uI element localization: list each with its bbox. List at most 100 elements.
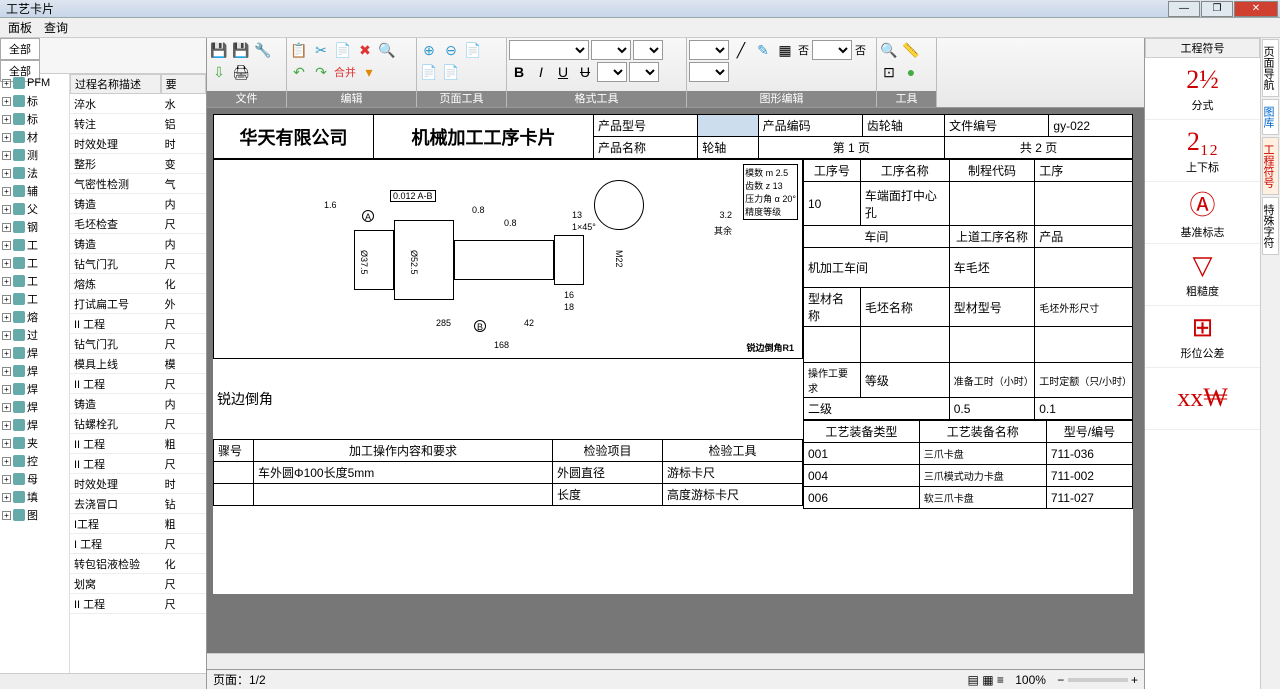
tree-item[interactable]: +焊 [0, 362, 69, 380]
proc-row-req[interactable]: 粗 [161, 514, 206, 534]
doc-hscroll[interactable] [207, 653, 1144, 669]
bold-icon[interactable]: B [509, 62, 529, 82]
symbol-item[interactable]: 2½分式 [1145, 58, 1260, 120]
zoom-icon[interactable]: 🔍 [879, 40, 899, 60]
proc-row-req[interactable]: 水 [161, 94, 206, 114]
strike-icon[interactable]: U [575, 62, 595, 82]
page3-icon[interactable]: 📄 [441, 62, 461, 82]
redo-icon[interactable]: ↷ [311, 62, 331, 82]
proc-row-req[interactable]: 外 [161, 294, 206, 314]
left-hscroll[interactable] [0, 673, 206, 689]
proc-row-req[interactable]: 时 [161, 134, 206, 154]
proc-row-req[interactable]: 变 [161, 154, 206, 174]
proc-row[interactable]: 钻螺栓孔 [70, 414, 161, 434]
tree-item[interactable]: +辅 [0, 182, 69, 200]
undo-icon[interactable]: ↶ [289, 62, 309, 82]
underline-icon[interactable]: U [553, 62, 573, 82]
proc-row[interactable]: 打试扁工号 [70, 294, 161, 314]
proc-row-req[interactable]: 尺 [161, 374, 206, 394]
merge-button[interactable]: 合并 [333, 62, 357, 82]
proc-row-req[interactable]: 气 [161, 174, 206, 194]
graphic-combo2[interactable] [812, 40, 852, 60]
minimize-button[interactable]: — [1168, 1, 1200, 17]
symbol-item[interactable]: ▽粗糙度 [1145, 244, 1260, 306]
proc-row[interactable]: 转包铝液检验 [70, 554, 161, 574]
document-canvas[interactable]: 华天有限公司 机械加工工序卡片 产品型号 产品编码 齿轮轴 文件编号 gy-02… [207, 108, 1144, 653]
vtab[interactable]: 页面导航 [1262, 39, 1279, 97]
proc-row-req[interactable]: 内 [161, 234, 206, 254]
tree-item[interactable]: +工 [0, 254, 69, 272]
proc-row-req[interactable]: 内 [161, 194, 206, 214]
vtab[interactable]: 工程符号 [1262, 137, 1279, 195]
proc-row[interactable]: II 工程 [70, 454, 161, 474]
menu-panel[interactable]: 面板 [8, 19, 32, 36]
proc-row-req[interactable]: 模 [161, 354, 206, 374]
valign-combo[interactable] [629, 62, 659, 82]
proc-row-req[interactable]: 粗 [161, 434, 206, 454]
proc-row-req[interactable]: 尺 [161, 334, 206, 354]
tree-item[interactable]: +钢 [0, 218, 69, 236]
graphic-combo3[interactable] [689, 62, 729, 82]
proc-row[interactable]: I工程 [70, 514, 161, 534]
tool3-icon[interactable]: ⊡ [879, 62, 899, 82]
proc-row-req[interactable]: 钻 [161, 494, 206, 514]
proc-row[interactable]: 划窝 [70, 574, 161, 594]
v-product-name[interactable]: 轮轴 [698, 137, 758, 159]
proc-row[interactable]: 时效处理 [70, 134, 161, 154]
tree-item[interactable]: +填 [0, 488, 69, 506]
proc-row[interactable]: 铸造 [70, 234, 161, 254]
proc-row-req[interactable]: 尺 [161, 594, 206, 614]
tree-item[interactable]: +工 [0, 236, 69, 254]
proc-header-req[interactable]: 要 [161, 74, 206, 94]
symbol-item[interactable]: xx₩ [1145, 368, 1260, 430]
tree-item[interactable]: +焊 [0, 416, 69, 434]
fill-icon[interactable]: ▦ [775, 40, 795, 60]
tree-item[interactable]: +母 [0, 470, 69, 488]
tree-item[interactable]: +焊 [0, 380, 69, 398]
proc-row-req[interactable]: 时 [161, 474, 206, 494]
tree-item[interactable]: +工 [0, 290, 69, 308]
tree-item[interactable]: +焊 [0, 398, 69, 416]
export-icon[interactable]: ⇩ [209, 62, 229, 82]
maximize-button[interactable]: ❐ [1201, 1, 1233, 17]
draw-icon[interactable]: ✎ [753, 40, 773, 60]
proc-row[interactable]: 整形 [70, 154, 161, 174]
proc-row[interactable]: I 工程 [70, 534, 161, 554]
proc-row[interactable]: 气密性检测 [70, 174, 161, 194]
cut-icon[interactable]: ✂ [311, 40, 331, 60]
vtab[interactable]: 图库 [1262, 99, 1279, 135]
proc-row-req[interactable]: 内 [161, 394, 206, 414]
view-icon-1[interactable]: ▤ [968, 673, 979, 687]
page2-icon[interactable]: 📄 [419, 62, 439, 82]
print-icon[interactable]: 🖨 [231, 62, 251, 82]
proc-row-req[interactable]: 尺 [161, 314, 206, 334]
italic-icon[interactable]: I [531, 62, 551, 82]
color-combo[interactable] [633, 40, 663, 60]
proc-row-req[interactable]: 铝 [161, 114, 206, 134]
tree-item[interactable]: +测 [0, 146, 69, 164]
proc-row-req[interactable]: 尺 [161, 214, 206, 234]
proc-row[interactable]: 熔炼 [70, 274, 161, 294]
add-page-icon[interactable]: ⊕ [419, 40, 439, 60]
tree-item[interactable]: +PFM [0, 74, 69, 92]
paste-icon[interactable]: 📄 [333, 40, 353, 60]
tree-item[interactable]: +父 [0, 200, 69, 218]
proc-row[interactable]: 钻气门孔 [70, 254, 161, 274]
view-icon-3[interactable]: ≡ [997, 673, 1004, 687]
size-combo[interactable] [591, 40, 631, 60]
proc-row-req[interactable]: 尺 [161, 574, 206, 594]
v-product-model[interactable] [698, 115, 758, 137]
down-icon[interactable]: ▾ [359, 62, 379, 82]
v-doc-no[interactable]: gy-022 [1049, 115, 1133, 137]
proc-header-name[interactable]: 过程名称描述 [70, 74, 161, 94]
v-product-code[interactable]: 齿轮轴 [862, 115, 944, 137]
proc-row[interactable]: 去浇冒口 [70, 494, 161, 514]
view-icon-2[interactable]: ▦ [982, 673, 993, 687]
line-icon[interactable]: ╱ [731, 40, 751, 60]
proc-row[interactable]: 铸造 [70, 194, 161, 214]
proc-row[interactable]: 铸造 [70, 394, 161, 414]
proc-row[interactable]: 毛坯检查 [70, 214, 161, 234]
settings-icon[interactable]: 🔧 [253, 40, 273, 60]
tree-item[interactable]: +标 [0, 92, 69, 110]
page-icon[interactable]: 📄 [463, 40, 483, 60]
